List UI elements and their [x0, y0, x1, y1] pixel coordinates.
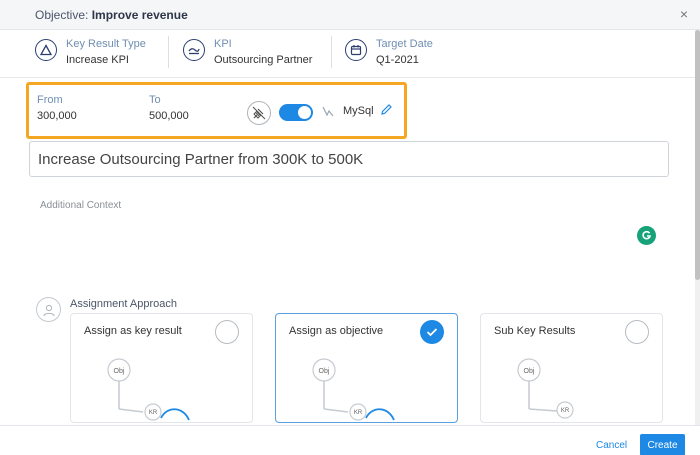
option-label: Sub Key Results: [494, 325, 576, 337]
dialog-header: Objective: Improve revenue ×: [0, 0, 700, 30]
range-section: From 300,000 To 500,000 MySql: [26, 82, 407, 139]
option-assign-key-result[interactable]: Assign as key result Obj KR: [70, 313, 253, 423]
option-sub-key-results[interactable]: Sub Key Results Obj KR: [480, 313, 663, 423]
assignment-approach-label: Assignment Approach: [70, 298, 178, 310]
option-label: Assign as key result: [84, 325, 182, 337]
kpi-label: KPI: [214, 38, 232, 50]
additional-context-field[interactable]: Additional Context: [40, 200, 121, 211]
key-result-title-input[interactable]: Increase Outsourcing Partner from 300K t…: [29, 141, 669, 177]
kpi-value: Outsourcing Partner: [214, 54, 313, 66]
close-icon[interactable]: ×: [680, 6, 688, 22]
calendar-icon: [345, 39, 367, 61]
divider: [331, 36, 332, 68]
disconnect-plug-button[interactable]: [247, 101, 271, 125]
key-result-type-label: Key Result Type: [66, 38, 146, 50]
check-icon: [426, 328, 438, 337]
to-value[interactable]: 500,000: [149, 110, 189, 122]
to-label: To: [149, 94, 161, 106]
hierarchy-diagram-icon: Obj KR: [107, 358, 190, 421]
datasource-name: MySql: [343, 105, 374, 117]
node-obj: Obj: [319, 368, 330, 375]
radio-unchecked[interactable]: [625, 320, 649, 344]
key-result-meta: Key Result Type Increase KPI KPI Outsour…: [0, 30, 700, 78]
option-label: Assign as objective: [289, 325, 384, 337]
user-icon: [36, 297, 61, 322]
hierarchy-diagram-icon: Obj KR: [517, 358, 574, 419]
objective-title: Objective: Improve revenue: [35, 8, 188, 22]
toggle-knob: [298, 106, 311, 119]
datasource-toggle[interactable]: [279, 104, 313, 121]
key-result-type-value: Increase KPI: [66, 54, 129, 66]
objective-name: Improve revenue: [91, 8, 188, 22]
create-button[interactable]: Create: [640, 434, 685, 455]
node-kr: KR: [561, 408, 570, 414]
edit-icon[interactable]: [380, 103, 393, 116]
radio-checked[interactable]: [420, 320, 444, 344]
objective-prefix: Objective:: [35, 8, 89, 22]
sync-icon: [322, 106, 334, 117]
target-date-value: Q1-2021: [376, 54, 419, 66]
node-obj: Obj: [524, 368, 535, 375]
target-icon: [35, 39, 57, 61]
target-date-label: Target Date: [376, 38, 433, 50]
radio-unchecked[interactable]: [215, 320, 239, 344]
node-kr: KR: [354, 410, 363, 416]
hierarchy-diagram-icon: Obj KR: [312, 358, 395, 421]
cancel-button[interactable]: Cancel: [596, 440, 627, 451]
from-value[interactable]: 300,000: [37, 110, 77, 122]
node-kr: KR: [149, 410, 158, 416]
divider: [168, 36, 169, 68]
option-assign-objective[interactable]: Assign as objective Obj KR: [275, 313, 458, 423]
scrollbar-thumb[interactable]: [695, 30, 700, 280]
grammarly-icon[interactable]: [637, 226, 656, 245]
dialog-footer: Cancel Create: [0, 425, 700, 455]
node-obj: Obj: [114, 368, 125, 375]
plug-icon: [252, 106, 266, 120]
from-label: From: [37, 94, 63, 106]
kpi-icon: [183, 39, 205, 61]
